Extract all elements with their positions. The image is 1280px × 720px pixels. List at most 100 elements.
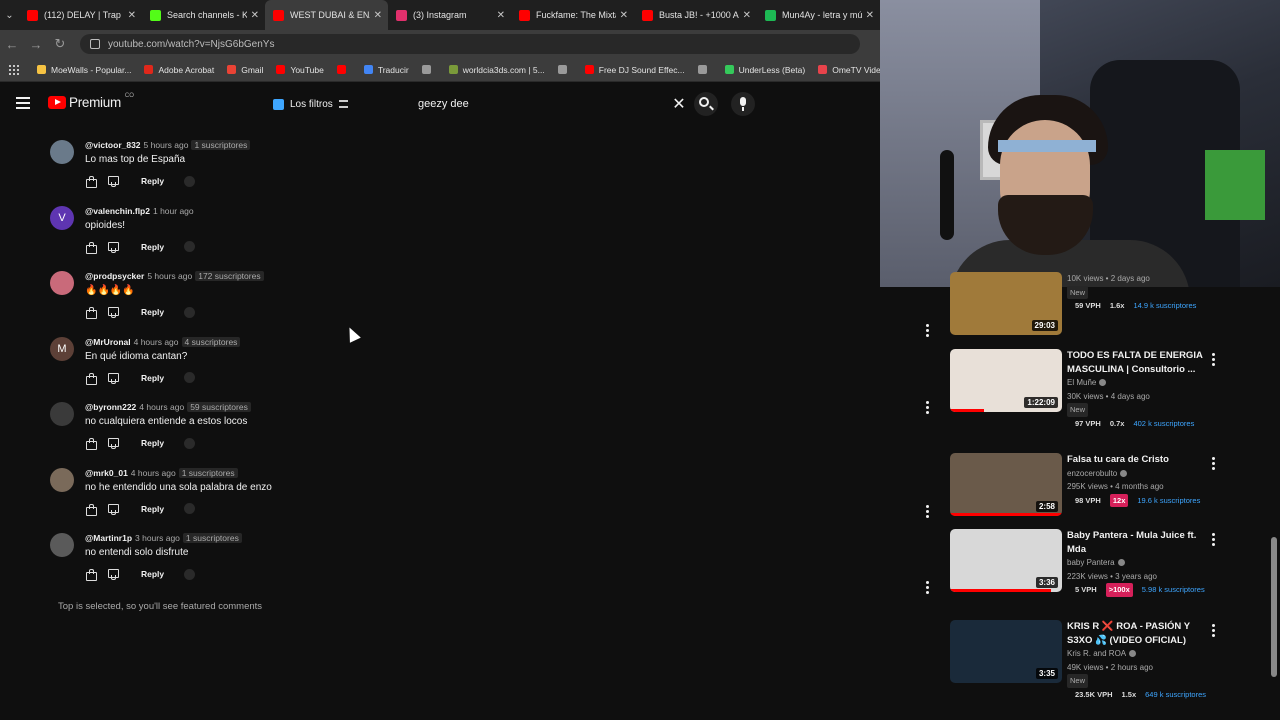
bookmark-item[interactable]: Traducir (363, 65, 409, 75)
comment-author[interactable]: @victoor_832 (85, 140, 141, 150)
scrollbar[interactable] (1271, 537, 1277, 677)
dislike-icon[interactable] (107, 503, 119, 515)
more-options-icon[interactable] (1212, 353, 1215, 368)
close-tab-icon[interactable]: ✕ (497, 10, 505, 21)
apps-grid-icon[interactable] (9, 64, 19, 75)
reply-button[interactable]: Reply (141, 307, 164, 317)
close-tab-icon[interactable]: ✕ (743, 10, 751, 21)
channel-name[interactable]: El Muñe (1067, 376, 1217, 390)
comment-time[interactable]: 5 hours ago (147, 271, 192, 281)
back-icon[interactable]: ← (0, 37, 24, 52)
channel-name[interactable]: baby Pantera (1067, 556, 1217, 570)
bookmark-item[interactable] (697, 65, 712, 75)
bookmark-item[interactable] (557, 65, 572, 75)
video-title[interactable]: Baby Pantera - Mula Juice ft. Mda (1067, 529, 1217, 556)
bookmark-item[interactable]: Free DJ Sound Effec... (584, 65, 685, 75)
comment-time[interactable]: 4 hours ago (134, 337, 179, 347)
more-options-icon[interactable] (926, 581, 929, 596)
reload-icon[interactable]: ↻ (48, 36, 72, 52)
dislike-icon[interactable] (107, 307, 119, 318)
close-tab-icon[interactable]: ✕ (251, 10, 259, 21)
avatar[interactable] (50, 271, 74, 295)
bookmark-item[interactable]: worldcia3ds.com | 5... (448, 65, 545, 75)
browser-tab[interactable]: Mun4Ay - letra y mú ✕ (757, 0, 880, 30)
like-icon[interactable] (85, 307, 97, 319)
browser-tab[interactable]: (3) Instagram ✕ (388, 0, 511, 30)
extension-icon[interactable] (184, 372, 196, 383)
more-options-icon[interactable] (926, 505, 929, 520)
bookmark-item[interactable]: UnderLess (Beta) (724, 65, 805, 75)
bookmark-item[interactable] (421, 65, 436, 75)
more-options-icon[interactable] (926, 401, 929, 416)
comment-author[interactable]: @valenchin.flp2 (85, 206, 150, 216)
filters-button[interactable]: Los filtros (273, 94, 348, 114)
comment-time[interactable]: 4 hours ago (131, 468, 176, 478)
bookmark-item[interactable]: MoeWalls - Popular... (37, 65, 131, 75)
like-icon[interactable] (85, 503, 97, 516)
browser-tab[interactable]: Search channels - Kic ✕ (142, 0, 265, 30)
dislike-icon[interactable] (107, 241, 119, 253)
avatar[interactable]: V (50, 205, 74, 230)
bookmark-item[interactable]: Gmail (227, 65, 263, 75)
tab-search-icon[interactable]: ⌄ (0, 0, 19, 30)
clear-search-icon[interactable]: ✕ (664, 94, 694, 114)
close-tab-icon[interactable]: ✕ (866, 10, 874, 21)
comment-author[interactable]: @Martinr1p (85, 533, 132, 543)
reply-button[interactable]: Reply (141, 569, 164, 579)
avatar[interactable] (50, 533, 74, 557)
like-icon[interactable] (85, 569, 97, 581)
comment-time[interactable]: 5 hours ago (144, 140, 189, 150)
avatar[interactable] (50, 402, 74, 426)
dislike-icon[interactable] (107, 372, 119, 384)
bookmark-item[interactable]: Adobe Acrobat (144, 65, 214, 75)
browser-tab[interactable]: WEST DUBAI & ENZO ✕ (265, 0, 388, 30)
extension-icon[interactable] (184, 568, 196, 580)
comment-author[interactable]: @MrUronal (85, 337, 131, 347)
extension-icon[interactable] (184, 306, 196, 318)
comment-time[interactable]: 1 hour ago (153, 206, 194, 216)
more-options-icon[interactable] (1212, 624, 1215, 639)
extension-icon[interactable] (184, 241, 196, 252)
more-options-icon[interactable] (1212, 533, 1215, 548)
comment-author[interactable]: @byronn222 (85, 402, 136, 412)
like-icon[interactable] (85, 176, 97, 188)
dislike-icon[interactable] (107, 438, 119, 449)
channel-name[interactable]: enzocerobulto (1067, 467, 1217, 481)
avatar[interactable] (50, 467, 74, 492)
comment-time[interactable]: 3 hours ago (135, 533, 180, 543)
search-input[interactable]: geezy dee (408, 98, 664, 110)
reply-button[interactable]: Reply (141, 176, 164, 186)
channel-name[interactable]: Kris R. and ROA (1067, 647, 1217, 661)
browser-tab[interactable]: Fuckfame: The Mixtap ✕ (511, 0, 634, 30)
forward-icon[interactable]: → (24, 37, 48, 52)
like-icon[interactable] (85, 241, 97, 254)
more-options-icon[interactable] (926, 324, 929, 339)
avatar[interactable]: M (50, 336, 74, 361)
like-icon[interactable] (85, 372, 97, 385)
site-info-icon[interactable] (90, 39, 100, 49)
video-thumbnail[interactable]: 3:35 (950, 620, 1062, 683)
bookmark-item[interactable]: YouTube (276, 65, 324, 75)
more-options-icon[interactable] (1212, 457, 1215, 472)
extension-icon[interactable] (184, 437, 196, 449)
avatar[interactable] (50, 140, 74, 164)
like-icon[interactable] (85, 438, 97, 450)
video-title[interactable]: Falsa tu cara de Cristo (1067, 453, 1217, 467)
comment-author[interactable]: @prodpsycker (85, 271, 144, 281)
video-title[interactable]: KRIS R ❌ ROA - PASIÓN Y S3XO 💦 (VIDEO OF… (1067, 620, 1217, 647)
video-thumbnail[interactable]: 1:22:09 (950, 349, 1062, 412)
search-button[interactable] (694, 92, 718, 116)
dislike-icon[interactable] (107, 569, 119, 580)
video-title[interactable]: TODO ES FALTA DE ENERGIA MASCULINA | Con… (1067, 349, 1217, 376)
voice-search-button[interactable] (731, 92, 755, 116)
menu-icon[interactable] (16, 97, 30, 112)
browser-tab[interactable]: Busta JB! - +1000 Au ✕ (634, 0, 757, 30)
extension-icon[interactable] (184, 503, 196, 514)
reply-button[interactable]: Reply (141, 242, 164, 252)
close-tab-icon[interactable]: ✕ (374, 10, 382, 21)
reply-button[interactable]: Reply (141, 504, 164, 514)
comment-time[interactable]: 4 hours ago (139, 402, 184, 412)
browser-tab[interactable]: (112) DELAY | Trap In ✕ (19, 0, 142, 30)
youtube-premium-logo[interactable]: Premium CO (48, 93, 134, 110)
extension-icon[interactable] (184, 175, 196, 187)
